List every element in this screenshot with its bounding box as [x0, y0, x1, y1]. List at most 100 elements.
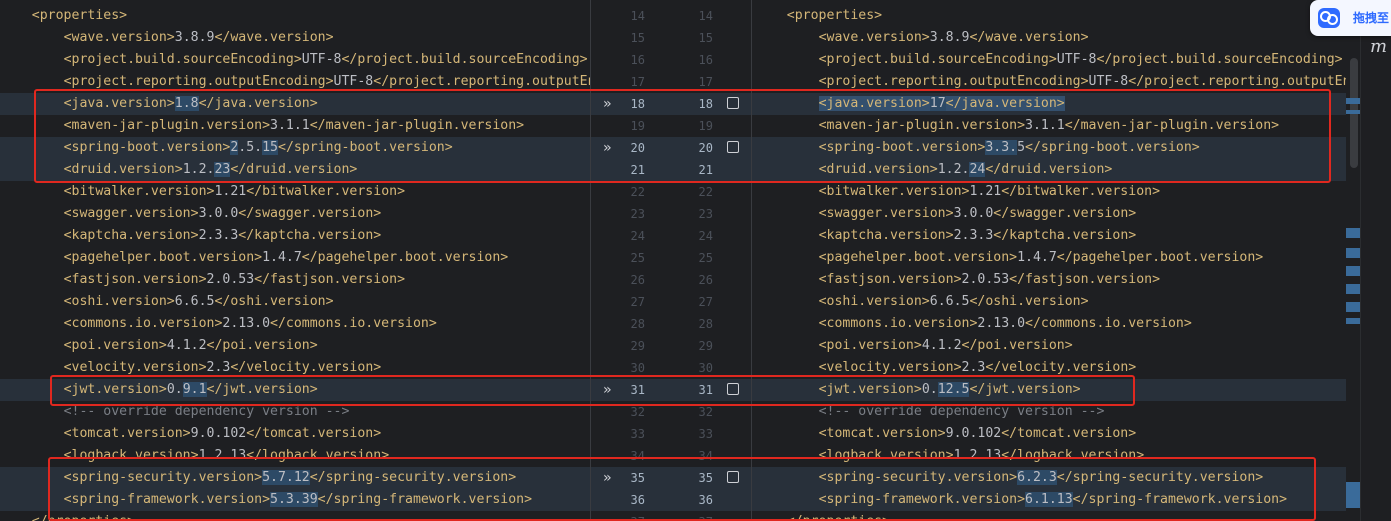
diff-marker[interactable]: [1346, 284, 1360, 294]
diff-marker[interactable]: [1346, 248, 1360, 258]
diff-marker[interactable]: [1346, 318, 1360, 324]
right-code-line[interactable]: <spring-framework.version>6.1.13</spring…: [752, 489, 1360, 511]
gutter-row: 30 30: [591, 357, 751, 379]
code-text: <pagehelper.boot.version>1.4.7</pagehelp…: [64, 247, 509, 269]
xml-close-tag: </bitwalker.version>: [246, 184, 406, 199]
code-text: <project.reporting.outputEncoding>UTF-8<…: [64, 71, 590, 93]
code-text: <logback.version>1.2.13</logback.version…: [64, 445, 390, 467]
left-code-line[interactable]: <druid.version>1.2.23</druid.version>: [0, 159, 590, 181]
apply-change-arrow-icon[interactable]: »: [603, 379, 611, 401]
left-code-line[interactable]: <bitwalker.version>1.21</bitwalker.versi…: [0, 181, 590, 203]
left-code-line[interactable]: <swagger.version>3.0.0</swagger.version>: [0, 203, 590, 225]
left-code-line[interactable]: <poi.version>4.1.2</poi.version>: [0, 335, 590, 357]
right-line-number: 20: [698, 141, 713, 155]
xml-close-tag: </spring-security.version>: [1056, 470, 1264, 485]
left-diff-pane[interactable]: <properties> <wave.version>3.8.9</wave.ve…: [0, 0, 590, 521]
xml-open-tag: <fastjson.version>: [63, 272, 207, 287]
xml-value: 5.7.12: [262, 470, 310, 485]
xml-close-tag: </tomcat.version>: [1001, 426, 1137, 441]
right-code-line[interactable]: <!-- override dependency version -->: [752, 401, 1360, 423]
right-code-line[interactable]: <bitwalker.version>1.21</bitwalker.versi…: [752, 181, 1360, 203]
right-code-line[interactable]: </properties>: [752, 511, 1360, 521]
right-code-line[interactable]: <jwt.version>0.12.5</jwt.version>: [752, 379, 1360, 401]
left-code-line[interactable]: <commons.io.version>2.13.0</commons.io.v…: [0, 313, 590, 335]
left-code-line[interactable]: <jwt.version>0.9.1</jwt.version>: [0, 379, 590, 401]
left-code-line[interactable]: <wave.version>3.8.9</wave.version>: [0, 27, 590, 49]
code-text: <fastjson.version>2.0.53</fastjson.versi…: [64, 269, 405, 291]
xml-value: 2.13.0: [977, 316, 1026, 331]
right-code-line[interactable]: <velocity.version>2.3</velocity.version>: [752, 357, 1360, 379]
right-code-line[interactable]: <tomcat.version>9.0.102</tomcat.version>: [752, 423, 1360, 445]
right-code-line[interactable]: <swagger.version>3.0.0</swagger.version>: [752, 203, 1360, 225]
right-diff-pane[interactable]: <properties> <wave.version>3.8.9</wave.ve…: [752, 0, 1360, 521]
gutter-row: 18 18 »: [591, 93, 751, 115]
xml-open-tag: <velocity.version>: [818, 360, 962, 375]
xml-value: .5.: [238, 140, 263, 155]
right-code-line[interactable]: <oshi.version>6.6.5</oshi.version>: [752, 291, 1360, 313]
left-line-number: 17: [630, 75, 645, 89]
left-code-line[interactable]: <pagehelper.boot.version>1.4.7</pagehelp…: [0, 247, 590, 269]
left-code-line[interactable]: <logback.version>1.2.13</logback.version…: [0, 445, 590, 467]
apply-change-arrow-icon[interactable]: »: [603, 137, 611, 159]
diff-marker[interactable]: [1346, 266, 1360, 276]
xml-close-tag: </jwt.version>: [206, 382, 318, 397]
right-code-line[interactable]: <spring-security.version>6.2.3</spring-s…: [752, 467, 1360, 489]
right-code-line[interactable]: <poi.version>4.1.2</poi.version>: [752, 335, 1360, 357]
baidu-widget-label: 拖拽至: [1353, 11, 1390, 25]
right-code-line[interactable]: <druid.version>1.2.24</druid.version>: [752, 159, 1360, 181]
left-code-line[interactable]: <java.version>1.8</java.version>: [0, 93, 590, 115]
right-code-line[interactable]: <spring-boot.version>3.3.5</spring-boot.…: [752, 137, 1360, 159]
gutter-row: 15 15: [591, 27, 751, 49]
right-code-line[interactable]: <properties>: [752, 5, 1360, 27]
left-code-line[interactable]: </properties>: [0, 511, 590, 521]
xml-value: 1.21: [214, 184, 247, 199]
right-line-number: 16: [698, 53, 713, 67]
gutter-row: 20 20 »: [591, 137, 751, 159]
include-change-checkbox[interactable]: [727, 141, 739, 153]
include-change-checkbox[interactable]: [727, 471, 739, 483]
diff-marker[interactable]: [1346, 110, 1360, 114]
right-code-line[interactable]: <project.build.sourceEncoding>UTF-8</pro…: [752, 49, 1360, 71]
diff-marker[interactable]: [1346, 228, 1360, 238]
left-code-line[interactable]: <spring-security.version>5.7.12</spring-…: [0, 467, 590, 489]
left-code-line[interactable]: <maven-jar-plugin.version>3.1.1</maven-j…: [0, 115, 590, 137]
xml-comment: <!-- override dependency version -->: [63, 404, 350, 419]
right-code-line[interactable]: <project.reporting.outputEncoding>UTF-8<…: [752, 71, 1360, 93]
right-code-line[interactable]: <fastjson.version>2.0.53</fastjson.versi…: [752, 269, 1360, 291]
left-code-line[interactable]: <fastjson.version>2.0.53</fastjson.versi…: [0, 269, 590, 291]
xml-value: 0.: [921, 382, 938, 397]
right-code-line[interactable]: <logback.version>1.2.13</logback.version…: [752, 445, 1360, 467]
left-code-line[interactable]: <oshi.version>6.6.5</oshi.version>: [0, 291, 590, 313]
xml-value: 2.0.53: [206, 272, 255, 287]
diff-marker[interactable]: [1346, 302, 1360, 312]
xml-open-tag: <kaptcha.version>: [818, 228, 954, 243]
code-text: <java.version>17</java.version>: [818, 93, 1065, 115]
left-code-line[interactable]: <project.build.sourceEncoding>UTF-8</pro…: [0, 49, 590, 71]
left-code-line[interactable]: <spring-framework.version>5.3.39</spring…: [0, 489, 590, 511]
left-code-line[interactable]: <tomcat.version>9.0.102</tomcat.version>: [0, 423, 590, 445]
right-code-line[interactable]: <commons.io.version>2.13.0</commons.io.v…: [752, 313, 1360, 335]
apply-change-arrow-icon[interactable]: »: [603, 93, 611, 115]
right-code-line[interactable]: <kaptcha.version>2.3.3</kaptcha.version>: [752, 225, 1360, 247]
right-code-line[interactable]: <pagehelper.boot.version>1.4.7</pagehelp…: [752, 247, 1360, 269]
left-code-line[interactable]: <project.reporting.outputEncoding>UTF-8<…: [0, 71, 590, 93]
xml-open-tag: <poi.version>: [818, 338, 922, 353]
include-change-checkbox[interactable]: [727, 97, 739, 109]
left-code-line[interactable]: <properties>: [0, 5, 590, 27]
baidu-netdisk-drop-widget[interactable]: 拖拽至: [1310, 0, 1391, 36]
xml-open-tag: <spring-boot.version>: [63, 140, 231, 155]
diff-marker[interactable]: [1346, 482, 1360, 508]
left-code-line[interactable]: <!-- override dependency version -->: [0, 401, 590, 423]
diff-marker[interactable]: [1346, 98, 1360, 104]
apply-change-arrow-icon[interactable]: »: [603, 467, 611, 489]
right-code-line[interactable]: <java.version>17</java.version>: [752, 93, 1360, 115]
include-change-checkbox[interactable]: [727, 383, 739, 395]
right-code-line[interactable]: <maven-jar-plugin.version>3.1.1</maven-j…: [752, 115, 1360, 137]
right-line-number: 35: [698, 471, 713, 485]
xml-close-tag: </swagger.version>: [238, 206, 382, 221]
right-line-number: 19: [698, 119, 713, 133]
left-code-line[interactable]: <kaptcha.version>2.3.3</kaptcha.version>: [0, 225, 590, 247]
left-code-line[interactable]: <spring-boot.version>2.5.15</spring-boot…: [0, 137, 590, 159]
right-code-line[interactable]: <wave.version>3.8.9</wave.version>: [752, 27, 1360, 49]
left-code-line[interactable]: <velocity.version>2.3</velocity.version>: [0, 357, 590, 379]
